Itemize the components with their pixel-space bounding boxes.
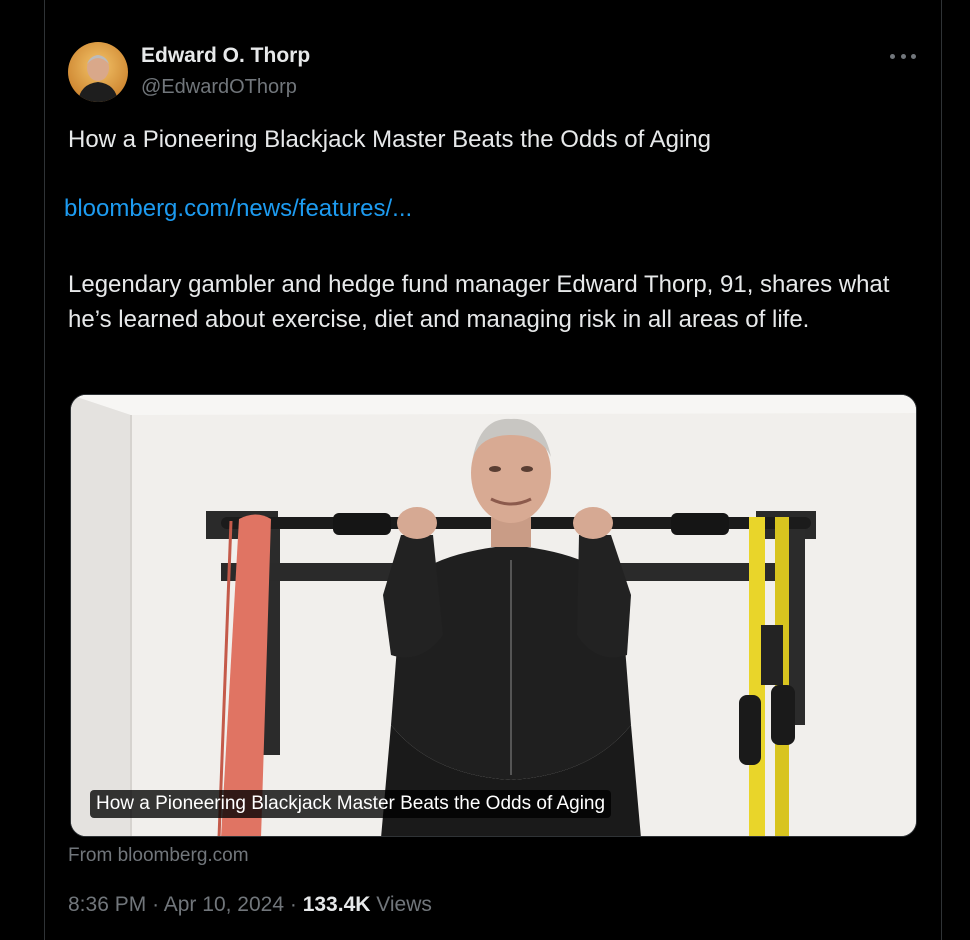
meta-separator: · bbox=[289, 893, 297, 916]
more-options-icon[interactable] bbox=[890, 46, 916, 66]
tweet-meta: 8:36 PM · Apr 10, 2024 · 133.4K Views bbox=[68, 893, 432, 917]
views-count: 133.4K bbox=[302, 893, 371, 916]
tweet-time[interactable]: 8:36 PM bbox=[68, 893, 146, 916]
tweet-date[interactable]: Apr 10, 2024 bbox=[164, 893, 284, 916]
link-card[interactable]: How a Pioneering Blackjack Master Beats … bbox=[70, 394, 917, 837]
card-caption: How a Pioneering Blackjack Master Beats … bbox=[90, 790, 612, 818]
card-image bbox=[71, 395, 916, 836]
tweet-description: Legendary gambler and hedge fund manager… bbox=[68, 271, 890, 333]
meta-separator: · bbox=[152, 893, 160, 916]
card-source[interactable]: From bloomberg.com bbox=[68, 845, 249, 867]
views-label: Views bbox=[376, 893, 432, 916]
article-link[interactable]: bloomberg.com/news/features/... bbox=[64, 195, 412, 223]
avatar[interactable] bbox=[68, 42, 128, 102]
tweet-headline: How a Pioneering Blackjack Master Beats … bbox=[68, 126, 712, 153]
author-name[interactable]: Edward O. Thorp bbox=[141, 44, 310, 68]
author-handle[interactable]: @EdwardOThorp bbox=[141, 76, 297, 99]
